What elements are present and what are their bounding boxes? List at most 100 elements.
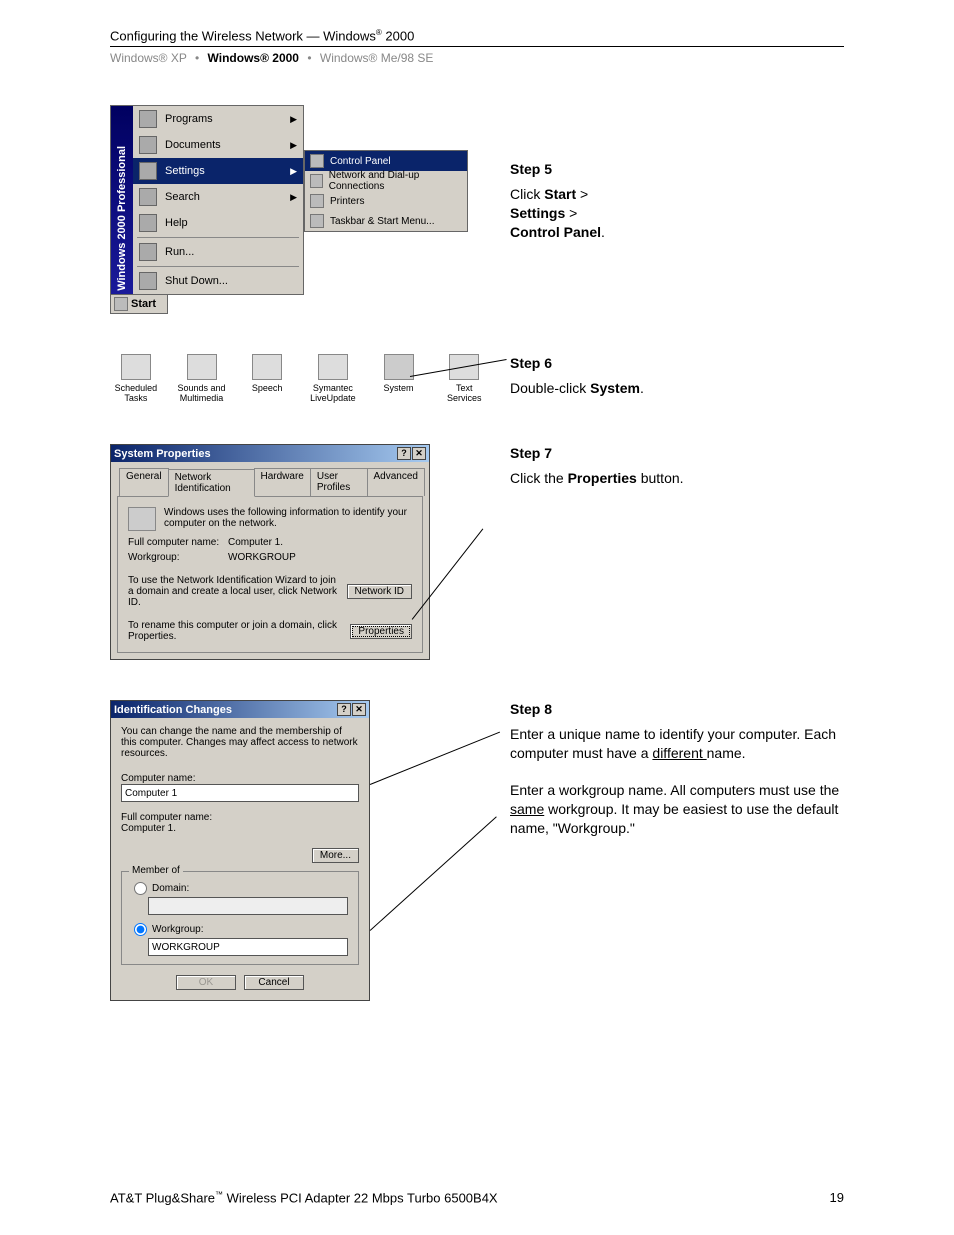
full-name-value: Computer 1. [228, 537, 283, 548]
sysprops-titlebar: System Properties ? ✕ [111, 445, 429, 462]
start-menu-screenshot: Windows 2000 Professional Programs▶ Docu… [110, 105, 470, 314]
header-title-prefix: Configuring the Wireless Network — Windo… [110, 28, 376, 43]
computer-icon [128, 507, 156, 531]
networkid-text: To use the Network Identification Wizard… [128, 575, 347, 608]
menu-divider [137, 266, 299, 267]
full-name-label: Full computer name: [128, 537, 228, 548]
subnav-xp: Windows® XP [110, 51, 187, 65]
help-button[interactable]: ? [337, 703, 351, 716]
system-properties-window: System Properties ? ✕ General Network Id… [110, 444, 430, 660]
pointer-line [370, 816, 497, 930]
documents-icon [139, 136, 157, 154]
tab-advanced[interactable]: Advanced [367, 468, 425, 496]
ok-button[interactable]: OK [176, 975, 236, 990]
domain-radio[interactable] [134, 882, 147, 895]
cp-speech[interactable]: Speech [241, 354, 293, 404]
tab-user-profiles[interactable]: User Profiles [310, 468, 368, 496]
footer-product: AT&T Plug&Share™ Wireless PCI Adapter 22… [110, 1190, 498, 1205]
menu-item-run[interactable]: Run... [133, 239, 303, 265]
settings-submenu: Control Panel Network and Dial-up Connec… [304, 150, 468, 232]
control-panel-icon [310, 154, 324, 168]
menu-item-settings[interactable]: Settings▶ [133, 158, 303, 184]
tab-general[interactable]: General [119, 468, 169, 496]
step5-label: Step 5 [510, 160, 844, 179]
sysprops-tabs: General Network Identification Hardware … [119, 468, 424, 496]
step8-p2: Enter a workgroup name. All computers mu… [510, 781, 844, 838]
id-changes-window: Identification Changes ? ✕ You can chang… [110, 700, 370, 1001]
scheduled-tasks-icon [121, 354, 151, 380]
close-button[interactable]: ✕ [352, 703, 366, 716]
workgroup-label: Workgroup: [128, 552, 228, 563]
start-sidebar: Windows 2000 Professional [111, 106, 133, 294]
full-name-label: Full computer name: [121, 812, 359, 823]
step6-label: Step 6 [510, 354, 844, 373]
tab-hardware[interactable]: Hardware [254, 468, 311, 496]
sub-printers[interactable]: Printers [305, 191, 467, 211]
step8-label: Step 8 [510, 700, 844, 719]
printers-icon [310, 194, 324, 208]
network-icon [310, 174, 323, 188]
sub-control-panel[interactable]: Control Panel [305, 151, 467, 171]
menu-item-programs[interactable]: Programs▶ [133, 106, 303, 132]
taskbar-icon [310, 214, 324, 228]
properties-button[interactable]: Properties [350, 624, 412, 639]
network-id-button[interactable]: Network ID [347, 584, 412, 599]
cp-liveupdate[interactable]: Symantec LiveUpdate [307, 354, 359, 404]
header-title-suffix: 2000 [382, 28, 415, 43]
control-panel-icons: Scheduled Tasks Sounds and Multimedia Sp… [110, 354, 490, 404]
programs-icon [139, 110, 157, 128]
workgroup-radio-row[interactable]: Workgroup: [134, 923, 350, 936]
pointer-line [370, 732, 500, 785]
close-button[interactable]: ✕ [412, 447, 426, 460]
page-number: 19 [830, 1190, 844, 1205]
help-button[interactable]: ? [397, 447, 411, 460]
page-footer: AT&T Plug&Share™ Wireless PCI Adapter 22… [110, 1190, 844, 1205]
start-button[interactable]: Start [110, 294, 168, 314]
sub-network[interactable]: Network and Dial-up Connections [305, 171, 467, 191]
workgroup-radio[interactable] [134, 923, 147, 936]
menu-item-documents[interactable]: Documents▶ [133, 132, 303, 158]
cp-scheduled-tasks[interactable]: Scheduled Tasks [110, 354, 162, 404]
menu-item-search[interactable]: Search▶ [133, 184, 303, 210]
page-header: Configuring the Wireless Network — Windo… [110, 28, 844, 47]
step7-label: Step 7 [510, 444, 844, 463]
computer-name-input[interactable] [121, 784, 359, 802]
step7-text: Click the Properties button. [510, 469, 844, 488]
sub-nav: Windows® XP • Windows® 2000 • Windows® M… [110, 51, 844, 65]
cp-sounds[interactable]: Sounds and Multimedia [176, 354, 228, 404]
sub-taskbar[interactable]: Taskbar & Start Menu... [305, 211, 467, 231]
windows-flag-icon [114, 297, 128, 311]
run-icon [139, 243, 157, 261]
separator: • [190, 51, 204, 65]
search-icon [139, 188, 157, 206]
more-button[interactable]: More... [312, 848, 359, 863]
cp-text-services[interactable]: Text Services [438, 354, 490, 404]
sounds-icon [187, 354, 217, 380]
step8-p1: Enter a unique name to identify your com… [510, 725, 844, 763]
domain-input [148, 897, 348, 915]
menu-item-shutdown[interactable]: Shut Down... [133, 268, 303, 294]
domain-radio-row[interactable]: Domain: [134, 882, 350, 895]
properties-text: To rename this computer or join a domain… [128, 620, 350, 642]
member-of-label: Member of [129, 865, 183, 876]
step6-text: Double-click System. [510, 379, 844, 398]
liveupdate-icon [318, 354, 348, 380]
idchanges-titlebar: Identification Changes ? ✕ [111, 701, 369, 718]
computer-name-label: Computer name: [121, 773, 359, 784]
menu-item-help[interactable]: Help [133, 210, 303, 236]
help-icon [139, 214, 157, 232]
workgroup-value: WORKGROUP [228, 552, 296, 563]
speech-icon [252, 354, 282, 380]
menu-divider [137, 237, 299, 238]
tab-network-id[interactable]: Network Identification [168, 469, 255, 497]
subnav-w2k: Windows® 2000 [208, 51, 299, 65]
settings-icon [139, 162, 157, 180]
full-name-value: Computer 1. [121, 823, 359, 834]
subnav-me98: Windows® Me/98 SE [320, 51, 434, 65]
cancel-button[interactable]: Cancel [244, 975, 304, 990]
id-desc: You can change the name and the membersh… [121, 726, 359, 759]
separator: • [302, 51, 316, 65]
step5-text: Click Start > Settings > Control Panel. [510, 185, 844, 242]
cp-system[interactable]: System [373, 354, 425, 404]
workgroup-input[interactable] [148, 938, 348, 956]
